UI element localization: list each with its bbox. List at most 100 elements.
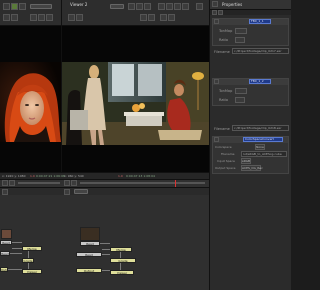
node-wire — [28, 263, 29, 269]
lut-icon[interactable] — [19, 3, 26, 10]
properties-header: Properties — [210, 0, 291, 10]
left-viewer[interactable] — [0, 26, 61, 172]
clip-icon[interactable] — [182, 3, 189, 10]
grid-icon[interactable] — [30, 14, 37, 21]
left-viewer-dropdown[interactable] — [30, 4, 52, 9]
channel-icon[interactable] — [11, 3, 18, 10]
collapse-icon[interactable] — [214, 79, 219, 84]
node-wire — [28, 251, 29, 258]
histogram-icon[interactable] — [168, 14, 175, 21]
panel-2-row1-label: TonMap — [219, 89, 233, 93]
play-icon-2[interactable] — [71, 180, 77, 186]
graph-node[interactable]: Read — [0, 240, 12, 245]
crop-icon[interactable] — [140, 14, 147, 21]
panel-3-item-label: Output Space — [215, 166, 236, 170]
panel-3-item-label: Filename — [221, 152, 235, 156]
collapse-icon[interactable] — [214, 19, 219, 24]
node-wire — [120, 263, 121, 270]
panel-3-item-value[interactable]: ACES_CG_Rec — [241, 165, 263, 171]
panel-2-header: FBX_1_2 — [213, 79, 288, 85]
playhead[interactable] — [175, 180, 176, 187]
right-viewer[interactable] — [62, 26, 209, 172]
collapse-icon[interactable] — [214, 137, 219, 142]
left-timeline-scrubber[interactable] — [18, 182, 60, 184]
clear-icon[interactable] — [218, 10, 223, 15]
right-viewer-stats: x: 960 y: 540 — [64, 174, 84, 178]
panel-2-name[interactable]: FBX_1_2 — [249, 79, 271, 84]
graph-node[interactable]: Grade — [110, 258, 136, 263]
node-panel-1: FBX_1_1 TonMap Ratio — [212, 18, 289, 46]
graph-node[interactable]: Read — [76, 252, 102, 257]
graph-node[interactable]: Read — [80, 241, 100, 246]
filename-field-2[interactable]: c:/Project/footage/clip_0218.exr — [232, 125, 289, 131]
node-wire — [12, 242, 22, 243]
right-timeline-scrubber[interactable] — [80, 182, 205, 184]
viewer2-settings-icon[interactable] — [68, 14, 75, 21]
graph-node[interactable]: Viewer — [110, 270, 134, 275]
stats-icon[interactable] — [160, 14, 167, 21]
left-viewer-image — [0, 62, 61, 142]
wipe-icon[interactable] — [136, 3, 143, 10]
panel-3-item-value[interactable]: lut/sRGB_to_ACEScg.cube — [241, 151, 287, 157]
split-icon[interactable] — [144, 3, 151, 10]
node-wire — [100, 243, 110, 244]
properties-panel: Properties FBX_1_1 TonMap Ratio Filename… — [209, 0, 291, 290]
graph-dropdown[interactable] — [74, 189, 88, 194]
zoom-icon[interactable] — [3, 14, 10, 21]
gamma-icon[interactable] — [174, 3, 181, 10]
panel-3-header: ColorSpaceConvert — [213, 137, 288, 143]
rewind-icon-2[interactable] — [64, 180, 70, 186]
panel-1-row2-button[interactable] — [235, 37, 245, 43]
node-panel-3: ColorSpaceConvert Colorspace None Filena… — [212, 136, 289, 174]
graph-node[interactable]: Viewer — [22, 269, 42, 274]
right-viewer-dropdown[interactable] — [110, 4, 124, 9]
node-wire — [120, 252, 121, 258]
filename-label-2: Filename — [214, 127, 230, 131]
graph-node[interactable]: Output — [76, 268, 102, 273]
panel-menu-icon[interactable] — [212, 1, 218, 7]
panel-2-row2-button[interactable] — [235, 97, 245, 103]
guides-icon[interactable] — [38, 14, 45, 21]
viewer2-channel-icon[interactable] — [76, 14, 83, 21]
panel-3-item-label: Input Space — [217, 159, 235, 163]
play-icon[interactable] — [9, 180, 15, 186]
left-viewer-frame: 1.0 — [30, 174, 35, 178]
fit-icon[interactable] — [11, 14, 18, 21]
color-picker-icon[interactable] — [158, 3, 165, 10]
node-wire — [10, 253, 22, 254]
node-panel-2: FBX_1_2 TonMap Ratio — [212, 78, 289, 106]
roi-icon[interactable] — [46, 14, 53, 21]
read-node-thumb[interactable] — [1, 229, 12, 239]
rewind-icon[interactable] — [2, 180, 8, 186]
panel-3-item-value[interactable]: sRGB — [241, 158, 251, 164]
filename-field-1[interactable]: c:/Project/footage/clip_0217.exr — [232, 48, 289, 54]
node-wire — [102, 254, 110, 255]
panel-1-header: FBX_1_1 — [213, 19, 288, 25]
panel-1-name[interactable]: FBX_1_1 — [249, 19, 271, 24]
node-wire — [102, 249, 110, 250]
filename-label-1: Filename — [214, 50, 230, 54]
graph-node[interactable]: Output — [0, 267, 8, 272]
read-node-thumb-2[interactable] — [80, 227, 100, 241]
lock-icon[interactable] — [212, 10, 217, 15]
mask-icon[interactable] — [148, 14, 155, 21]
compare-icon[interactable] — [128, 3, 135, 10]
graph-node[interactable]: Merge — [22, 246, 42, 251]
panel-1-row1-button[interactable] — [235, 28, 247, 34]
panel-3-name[interactable]: ColorSpaceConvert — [243, 137, 283, 142]
maximize-icon[interactable] — [196, 3, 203, 10]
graph-node[interactable]: Merge — [110, 247, 132, 252]
node-wire — [102, 270, 110, 271]
left-viewer-timecode: 0:00:47:21 1:06:08 — [36, 174, 65, 178]
panel-2-row2-label: Ratio — [219, 98, 228, 102]
panel-1-row1-label: TonMap — [219, 29, 233, 33]
graph-node[interactable]: Read — [0, 251, 10, 256]
exposure-icon[interactable] — [166, 3, 173, 10]
panel-2-row1-button[interactable] — [235, 88, 247, 94]
node-graph[interactable]: Read Read Merge Grade Viewer Output Read… — [0, 195, 209, 290]
viewer-settings-icon[interactable] — [3, 3, 10, 10]
panel-3-item-value[interactable]: None — [255, 144, 265, 150]
right-viewer-tab[interactable]: Viewer 2 — [70, 2, 87, 7]
properties-tab[interactable]: Properties — [222, 2, 242, 7]
right-viewer-image — [62, 62, 209, 145]
